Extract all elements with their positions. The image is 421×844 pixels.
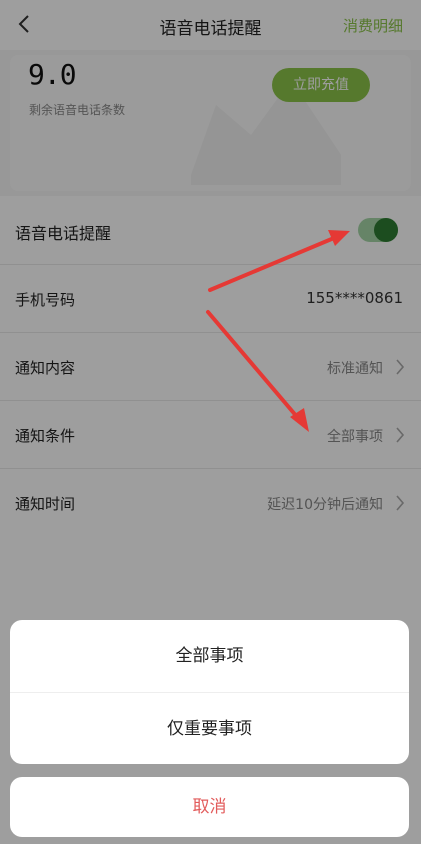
option-all-items[interactable]: 全部事项 bbox=[10, 620, 409, 692]
annotation-arrow-to-toggle bbox=[208, 236, 336, 292]
action-sheet: 全部事项 仅重要事项 bbox=[10, 620, 409, 764]
cancel-button[interactable]: 取消 bbox=[10, 777, 409, 837]
screen: 语音电话提醒 消费明细 9.0 剩余语音电话条数 立即充值 语音电话提醒 手机号… bbox=[0, 0, 421, 844]
option-important-only[interactable]: 仅重要事项 bbox=[10, 693, 409, 764]
annotation-arrow-to-condition bbox=[206, 310, 300, 420]
